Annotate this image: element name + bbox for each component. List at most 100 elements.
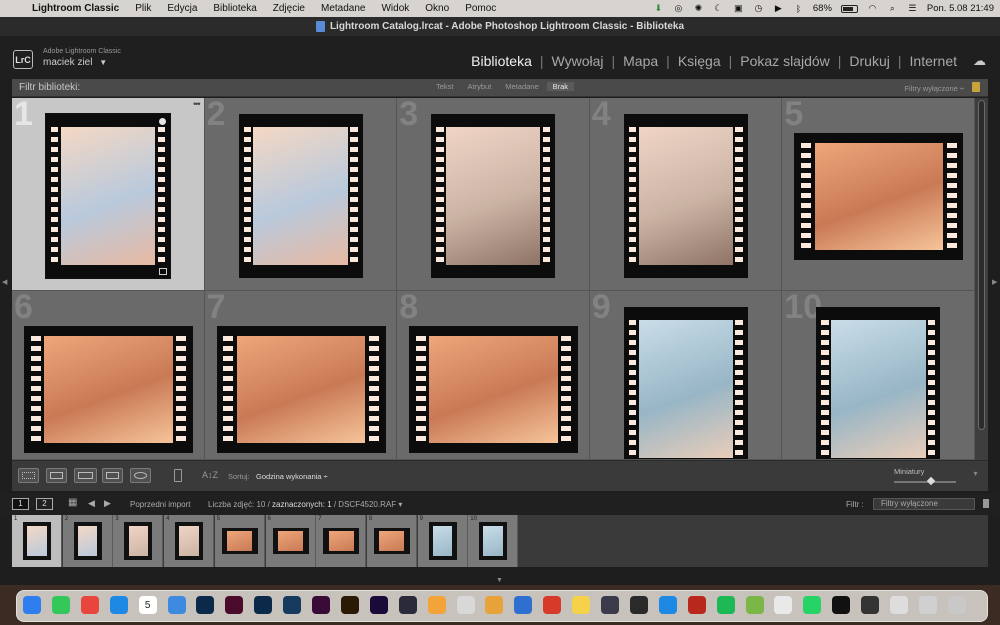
- grid-cell[interactable]: 10: [782, 291, 975, 460]
- module-wywolaj[interactable]: Wywołaj: [544, 53, 612, 69]
- filter-tab-metadane[interactable]: Metadane: [499, 82, 544, 91]
- grid-cell[interactable]: 9: [589, 291, 783, 460]
- photo-thumbnail[interactable]: [623, 114, 748, 278]
- grid-cell[interactable]: 6: [12, 291, 205, 460]
- spotify-icon[interactable]: [716, 596, 735, 614]
- timemachine-icon[interactable]: ◷: [753, 3, 764, 14]
- filezilla-icon[interactable]: [687, 596, 706, 614]
- focus-icon[interactable]: ☾: [713, 3, 724, 14]
- photos-icon[interactable]: [427, 596, 446, 614]
- grid-cell[interactable]: 1 •••: [12, 98, 205, 291]
- premiere-icon[interactable]: [369, 596, 388, 614]
- search-icon[interactable]: ⌕: [887, 3, 898, 14]
- mail-icon[interactable]: [167, 596, 186, 614]
- left-panel-toggle-icon[interactable]: ◀: [2, 278, 7, 286]
- painter-icon[interactable]: [174, 469, 182, 482]
- toolbar-options-chevron-icon[interactable]: ▾: [969, 469, 982, 482]
- filmstrip-filter-dropdown[interactable]: Filtry wyłączone: [873, 498, 975, 510]
- module-mapa[interactable]: Mapa: [615, 53, 666, 69]
- grid-cell[interactable]: 5: [782, 98, 975, 291]
- back-arrow-icon[interactable]: ◀: [88, 498, 95, 509]
- quick-collection-icon[interactable]: [159, 118, 166, 125]
- android-icon[interactable]: [745, 596, 764, 614]
- cloud-sync-icon[interactable]: ☁: [973, 53, 986, 69]
- download-icon[interactable]: ⬇: [653, 3, 664, 14]
- filmstrip-thumbnail[interactable]: 7: [316, 515, 367, 567]
- photo-thumbnail[interactable]: [431, 114, 556, 278]
- lock-icon[interactable]: [972, 82, 980, 92]
- menu-item-biblioteka[interactable]: Biblioteka: [205, 3, 264, 14]
- thumbnail-size-slider[interactable]: [894, 476, 956, 486]
- forward-arrow-icon[interactable]: ▶: [104, 498, 111, 509]
- filmstrip-thumbnail[interactable]: 9: [417, 515, 468, 567]
- indesign-icon[interactable]: [225, 596, 244, 614]
- filmstrip-thumbnail[interactable]: 4: [164, 515, 215, 567]
- creative-cloud-icon[interactable]: ◎: [673, 3, 684, 14]
- trash-icon[interactable]: [947, 596, 966, 614]
- sketch-icon[interactable]: [485, 596, 504, 614]
- photoshop-icon[interactable]: [196, 596, 215, 614]
- module-biblioteka[interactable]: Biblioteka: [463, 53, 540, 69]
- xd-icon[interactable]: [312, 596, 330, 614]
- folder-icon[interactable]: [918, 596, 937, 614]
- module-pokaz-slajdow[interactable]: Pokaz slajdów: [732, 53, 838, 69]
- slider-knob[interactable]: [926, 476, 936, 486]
- acrobat-icon[interactable]: [543, 596, 562, 614]
- menu-item-okno[interactable]: Okno: [417, 3, 457, 14]
- sort-dropdown[interactable]: Godzina wykonania ÷: [256, 472, 328, 481]
- whatsapp-icon[interactable]: [803, 596, 822, 614]
- control-center-icon[interactable]: ☰: [907, 3, 918, 14]
- source-label[interactable]: Poprzedni import: [130, 500, 190, 509]
- screen-record-icon[interactable]: ▣: [733, 3, 744, 14]
- proxy-icon[interactable]: [629, 596, 648, 614]
- photo-thumbnail[interactable]: [816, 307, 941, 459]
- lightroom-classic-icon[interactable]: [283, 596, 302, 614]
- filmstrip-thumbnail[interactable]: 6: [265, 515, 316, 567]
- photo-thumbnail[interactable]: [45, 113, 171, 279]
- loupe-view-button[interactable]: [46, 468, 67, 483]
- printer-icon[interactable]: [890, 596, 908, 614]
- right-panel-toggle-icon[interactable]: ▶: [992, 278, 997, 286]
- filter-tab-atrybut[interactable]: Atrybut: [462, 82, 498, 91]
- grid-cell[interactable]: 8: [397, 291, 590, 460]
- photo-thumbnail[interactable]: [24, 326, 193, 453]
- davinci-icon[interactable]: [398, 596, 417, 614]
- scrollbar-thumb[interactable]: [978, 100, 985, 430]
- play-icon[interactable]: ▶: [773, 3, 784, 14]
- photo-thumbnail[interactable]: [409, 326, 579, 453]
- more-options-icon[interactable]: •••: [193, 99, 201, 109]
- grid-cell[interactable]: 2: [204, 98, 398, 291]
- filmstrip-thumbnail[interactable]: 1: [12, 515, 62, 567]
- filmstrip-thumbnail[interactable]: 5: [214, 515, 265, 567]
- survey-view-button[interactable]: [102, 468, 123, 483]
- wifi-icon[interactable]: ◠: [867, 3, 878, 14]
- preview-icon[interactable]: [456, 596, 475, 614]
- filter-tab-brak[interactable]: Brak: [546, 82, 575, 91]
- bridge-icon[interactable]: [340, 596, 359, 614]
- chatgpt-icon[interactable]: [774, 596, 793, 614]
- photo-thumbnail[interactable]: [623, 307, 748, 459]
- notes-icon[interactable]: [572, 596, 591, 614]
- edit-badge-icon[interactable]: [159, 268, 167, 275]
- filter-presets-dropdown[interactable]: Filtry wyłączone ÷: [904, 84, 964, 93]
- grid-icon[interactable]: ▦: [68, 497, 77, 508]
- screen-2-button[interactable]: 2: [36, 498, 53, 510]
- menu-item-edycja[interactable]: Edycja: [159, 3, 205, 14]
- menu-item-zdjecie[interactable]: Zdjęcie: [265, 3, 313, 14]
- mail-alt-icon[interactable]: [514, 596, 533, 614]
- screen-1-button[interactable]: 1: [12, 498, 29, 510]
- finder-icon[interactable]: [23, 596, 41, 614]
- photo-thumbnail[interactable]: [216, 326, 386, 453]
- battery-icon[interactable]: [840, 4, 858, 13]
- calendar-icon[interactable]: 5: [138, 596, 157, 614]
- filmstrip-thumbnail[interactable]: 3: [113, 515, 164, 567]
- chatgpt-status-icon[interactable]: ✺: [693, 3, 704, 14]
- menu-item-app[interactable]: Lightroom Classic: [24, 3, 127, 14]
- module-ksiega[interactable]: Księga: [670, 53, 729, 69]
- chrome-icon[interactable]: [80, 596, 99, 614]
- grid-cell[interactable]: 4: [589, 98, 783, 291]
- scanner-icon[interactable]: [861, 596, 880, 614]
- grid-view-button[interactable]: [18, 468, 39, 483]
- filmstrip-thumbnail[interactable]: 10: [468, 515, 519, 567]
- filter-tab-tekst[interactable]: Tekst: [430, 82, 460, 91]
